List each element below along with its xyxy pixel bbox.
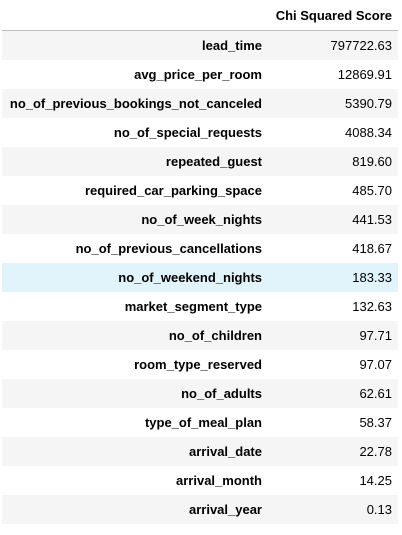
row-feature-name: type_of_meal_plan (144, 414, 262, 430)
row-feature-name: required_car_parking_space (84, 182, 262, 198)
row-feature-name: avg_price_per_room (134, 66, 262, 82)
row-feature-name: lead_time (202, 37, 262, 53)
column-header-chi-squared-score: Chi Squared Score (268, 0, 398, 31)
table-row: arrival_month 14.25 (2, 465, 398, 495)
row-feature-name: no_of_children (168, 327, 262, 343)
table-row: arrival_date 22.78 (2, 436, 398, 466)
row-chi-squared-score: 819.60 (352, 153, 392, 169)
row-chi-squared-score: 97.07 (359, 356, 392, 372)
row-feature-name: no_of_previous_cancellations (75, 240, 262, 256)
row-chi-squared-score: 4088.34 (345, 124, 392, 140)
row-chi-squared-score: 0.13 (366, 501, 392, 517)
header-row: Chi Squared Score (2, 0, 398, 31)
row-chi-squared-score: 183.33 (352, 269, 392, 285)
table-body: lead_time 797722.63 avg_price_per_room 1286… (2, 30, 398, 524)
table-row: no_of_previous_bookings_not_canceled 5390… (2, 88, 398, 118)
table-row: no_of_adults 62.61 (2, 378, 398, 408)
table-row: required_car_parking_space 485.70 (2, 175, 398, 205)
table-row: no_of_children 97.71 (2, 320, 398, 350)
row-chi-squared-score: 797722.63 (330, 37, 392, 53)
table-row: no_of_week_nights 441.53 (2, 204, 398, 234)
row-chi-squared-score: 441.53 (352, 211, 392, 227)
row-chi-squared-score: 132.63 (352, 298, 392, 314)
table-row: repeated_guest 819.60 (2, 146, 398, 176)
index-header (2, 0, 268, 31)
row-feature-name: arrival_month (176, 472, 262, 488)
table-row: type_of_meal_plan 58.37 (2, 407, 398, 437)
row-feature-name: market_segment_type (124, 298, 262, 314)
row-feature-name: no_of_week_nights (141, 211, 262, 227)
row-feature-name: no_of_previous_bookings_not_canceled (9, 95, 262, 111)
row-feature-name: room_type_reserved (134, 356, 262, 372)
table-row: no_of_special_requests 4088.34 (2, 117, 398, 147)
row-chi-squared-score: 22.78 (359, 443, 392, 459)
row-chi-squared-score: 418.67 (352, 240, 392, 256)
dataframe-container: Chi Squared Score lead_time 797722.63 avg_… (2, 0, 398, 524)
row-chi-squared-score: 485.70 (352, 182, 392, 198)
row-chi-squared-score: 5390.79 (345, 95, 392, 111)
row-chi-squared-score: 58.37 (359, 414, 392, 430)
row-feature-name: no_of_adults (181, 385, 262, 401)
row-feature-name: arrival_year (188, 501, 262, 517)
table-row: avg_price_per_room 12869.91 (2, 59, 398, 89)
row-feature-name: arrival_date (189, 443, 262, 459)
table-row: market_segment_type 132.63 (2, 291, 398, 321)
row-feature-name: no_of_special_requests (113, 124, 262, 140)
table-row: no_of_previous_cancellations 418.67 (2, 233, 398, 263)
row-chi-squared-score: 97.71 (359, 327, 392, 343)
table-header: Chi Squared Score (2, 0, 398, 31)
table-row: arrival_year 0.13 (2, 494, 398, 524)
row-chi-squared-score: 14.25 (359, 472, 392, 488)
table-row: no_of_weekend_nights 183.33 (2, 262, 398, 292)
row-feature-name: no_of_weekend_nights (118, 269, 262, 285)
row-feature-name: repeated_guest (165, 153, 262, 169)
row-chi-squared-score: 12869.91 (337, 66, 392, 82)
chi-squared-table: Chi Squared Score lead_time 797722.63 avg_… (2, 0, 398, 524)
table-row: room_type_reserved 97.07 (2, 349, 398, 379)
table-row: lead_time 797722.63 (2, 30, 398, 60)
row-chi-squared-score: 62.61 (359, 385, 392, 401)
